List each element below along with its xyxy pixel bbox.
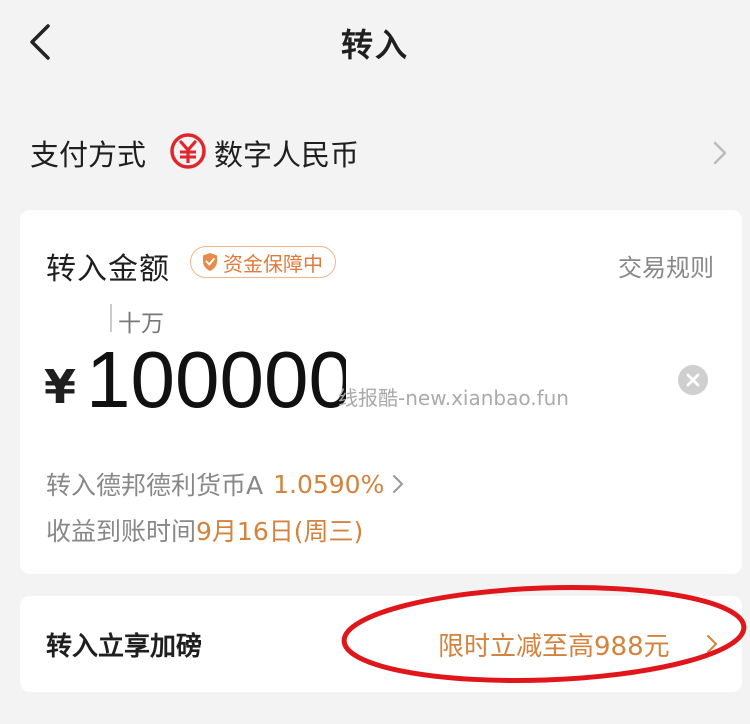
fund-guarantee-badge: 资金保障中 xyxy=(190,246,336,278)
payment-method-row[interactable]: 支付方式 数字人民币 xyxy=(0,112,750,192)
digital-rmb-icon xyxy=(170,133,206,169)
fund-name: 转入德邦德利货币A xyxy=(46,471,264,500)
amount-card: 转入金额 资金保障中 交易规则 十万 ¥ 线报酷-new.xianbao.fun… xyxy=(20,210,742,574)
fund-yield-rate: 1.0590% xyxy=(273,469,385,499)
badge-text: 资金保障中 xyxy=(223,251,323,276)
promo-row[interactable]: 转入立享加磅 限时立减至高988元 xyxy=(20,596,742,692)
payment-method-label: 支付方式 xyxy=(30,138,147,172)
clear-icon[interactable] xyxy=(678,365,708,395)
trading-rules-link[interactable]: 交易规则 xyxy=(618,248,714,283)
chevron-right-icon xyxy=(393,475,404,493)
payment-method-value: 数字人民币 xyxy=(214,138,360,172)
header: 转入 xyxy=(0,0,750,84)
page-title: 转入 xyxy=(340,26,409,64)
amount-label: 转入金额 xyxy=(46,252,170,287)
income-label: 收益到账时间 xyxy=(46,517,197,546)
chevron-right-icon xyxy=(707,635,717,653)
promo-label: 转入立享加磅 xyxy=(46,632,203,662)
income-date: 9月16日(周三) xyxy=(196,517,364,546)
shield-icon xyxy=(203,253,217,271)
amount-unit-hint: 十万 xyxy=(118,311,164,337)
currency-symbol: ¥ xyxy=(44,360,77,414)
unit-divider xyxy=(110,304,112,332)
watermark-text: 线报酷-new.xianbao.fun xyxy=(338,386,569,410)
income-arrival-row: 收益到账时间9月16日(周三) xyxy=(46,512,363,548)
chevron-right-icon xyxy=(713,141,727,165)
amount-input[interactable] xyxy=(86,336,346,424)
fund-info-row[interactable]: 转入德邦德利货币A 1.0590% xyxy=(46,466,404,502)
promo-value: 限时立减至高988元 xyxy=(438,632,670,662)
